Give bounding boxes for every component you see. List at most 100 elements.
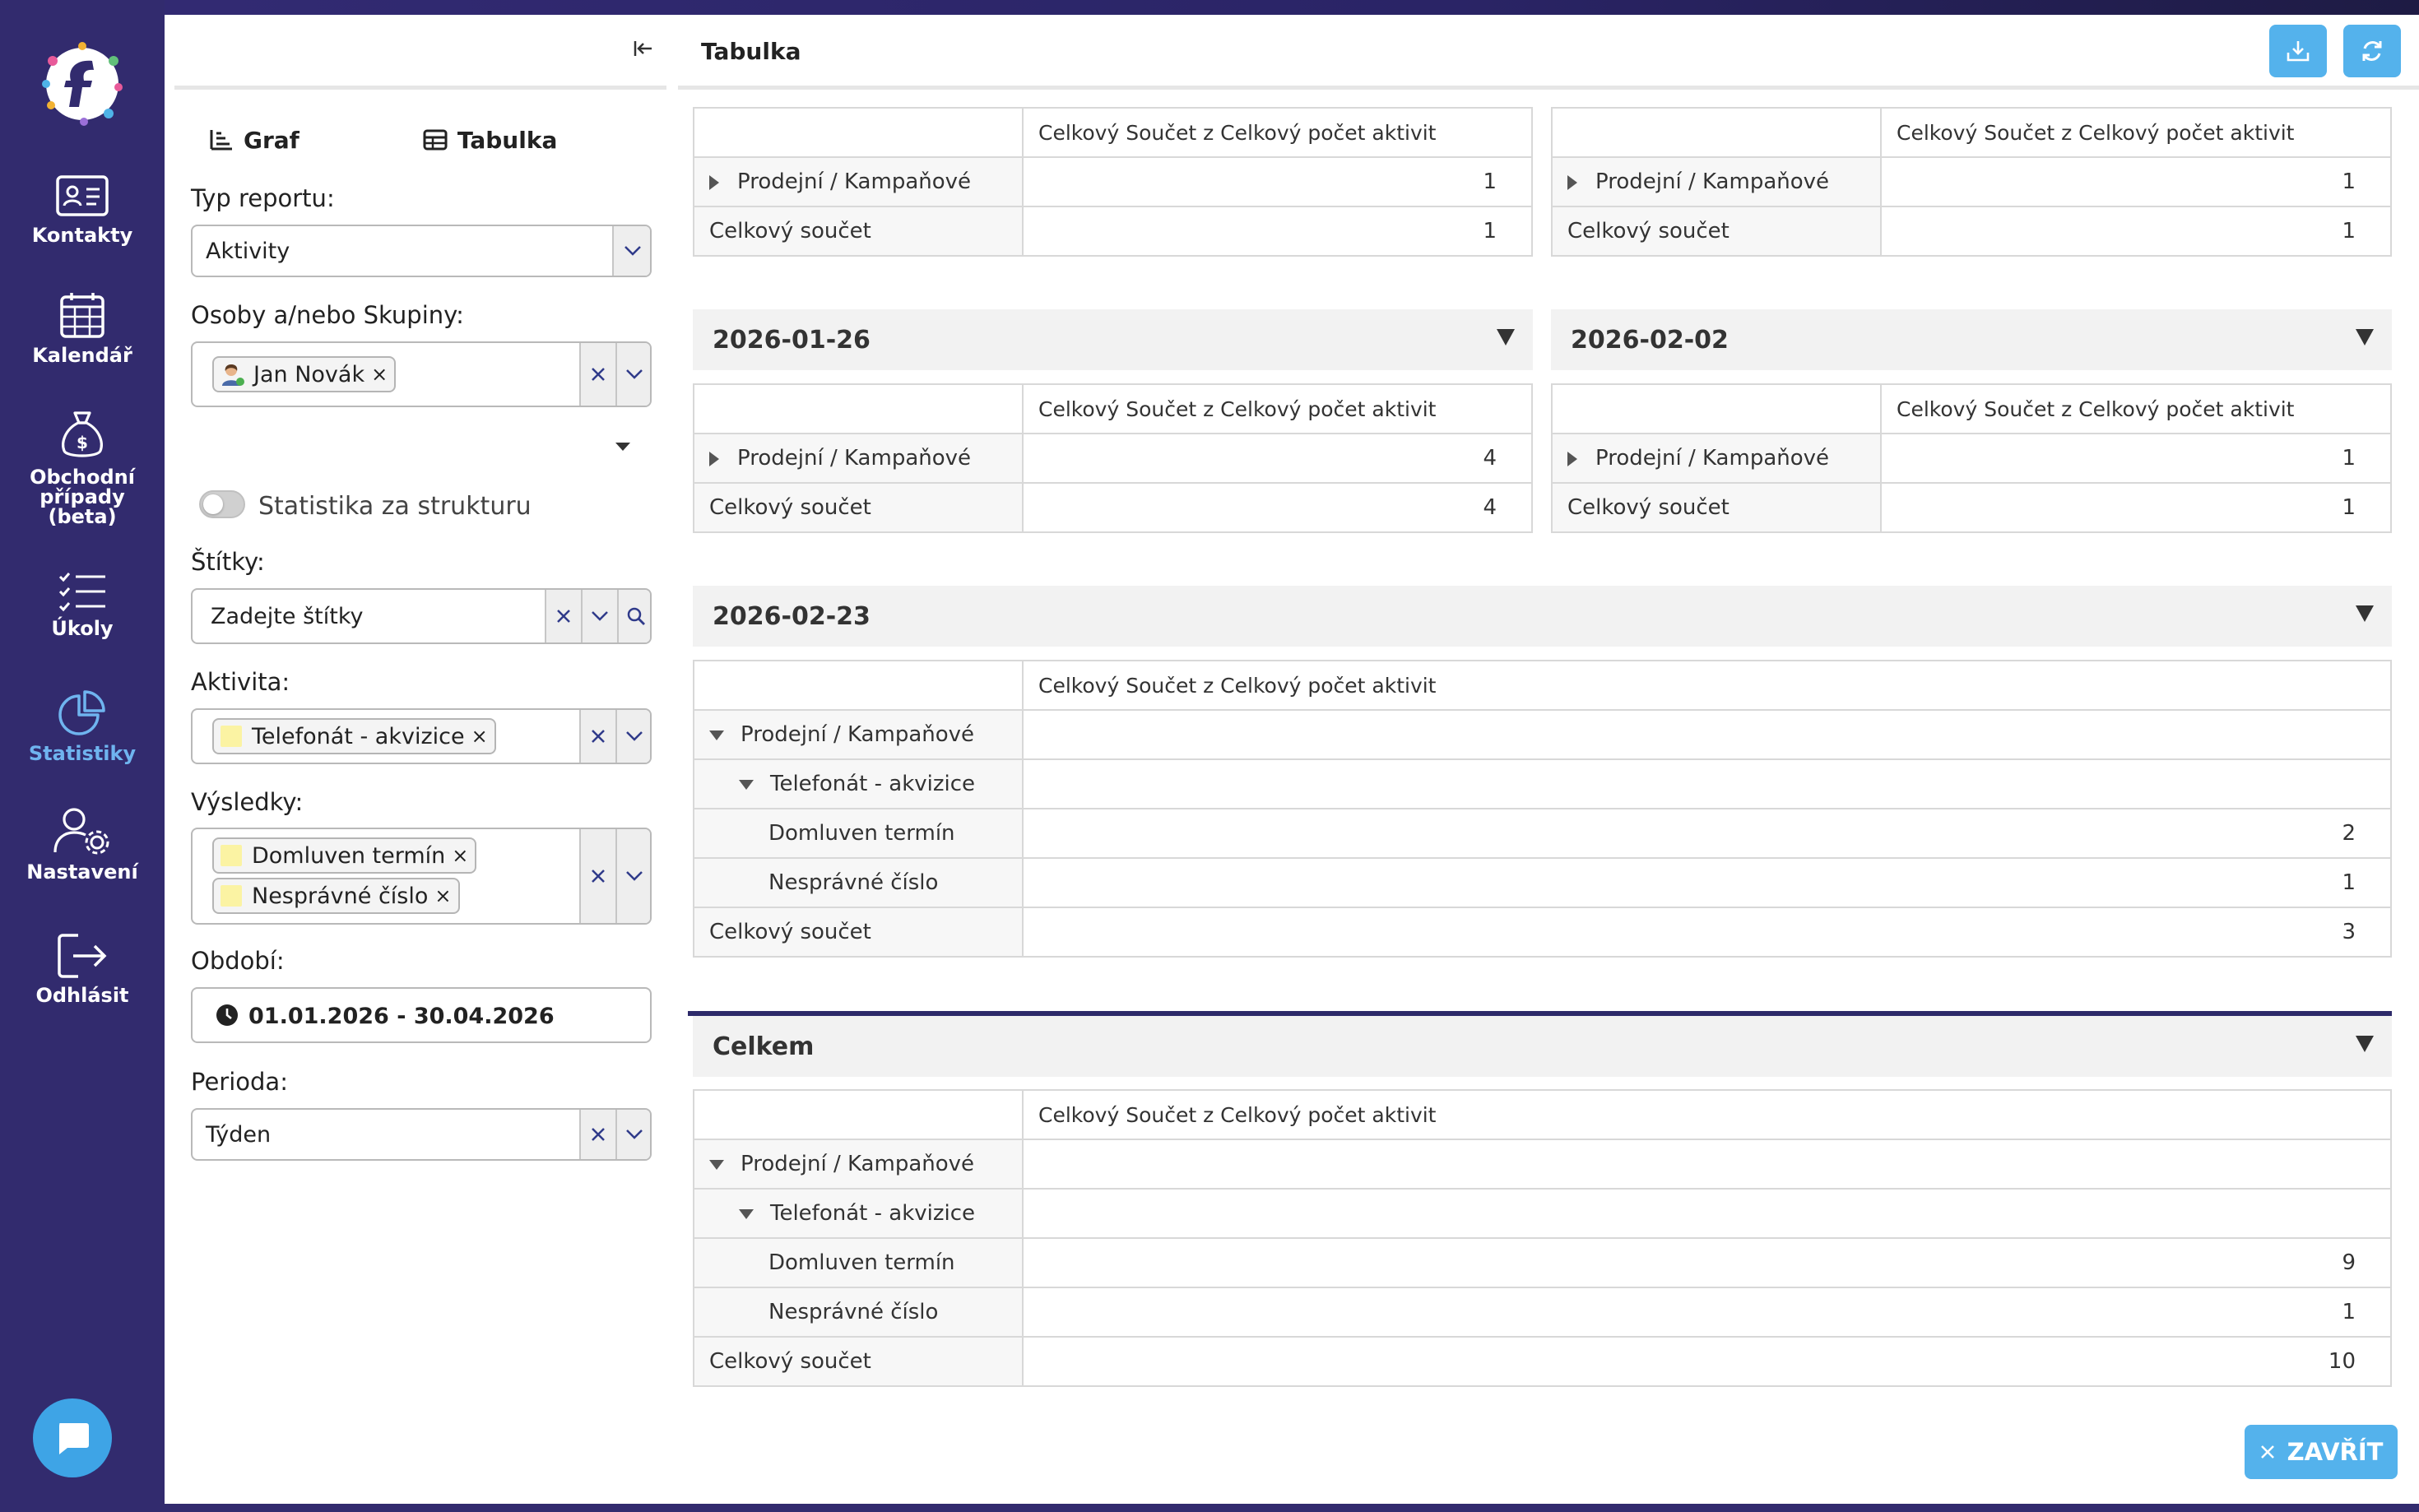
clear-results-button[interactable]: [579, 829, 615, 923]
pivot-table-2026-02-23: Celkový Součet z Celkový počet aktivit P…: [693, 660, 2392, 958]
table-row: Prodejní / Kampaňové 1: [1551, 156, 2392, 207]
row-header[interactable]: Prodejní / Kampaňové: [1551, 433, 1882, 484]
section-header-week[interactable]: 2026-02-02: [1551, 309, 2392, 370]
cell-value: 10: [1022, 1336, 2392, 1387]
row-header: Celkový součet: [1551, 206, 1882, 257]
results-dropdown[interactable]: [615, 829, 650, 923]
mode-table-button[interactable]: Tabulka: [423, 123, 557, 156]
table-row: Celkový součet 3: [693, 907, 2392, 958]
remove-result-button[interactable]: ×: [452, 844, 468, 867]
avatar: [222, 364, 244, 386]
filter-panel: Graf Tabulka Typ reportu: Aktivity Osoby…: [165, 15, 668, 1504]
nav-item-nastaveni[interactable]: Nastavení: [0, 806, 165, 882]
row-header[interactable]: Prodejní / Kampaňové: [693, 433, 1024, 484]
close-button[interactable]: ZAVŘÍT: [2245, 1425, 2398, 1479]
nav-item-ukoly[interactable]: Úkoly: [0, 571, 165, 638]
refresh-button[interactable]: [2343, 25, 2401, 77]
perioda-select[interactable]: Týden: [191, 1108, 652, 1161]
cell-value: 9: [1022, 1237, 2392, 1288]
logout-icon: [58, 934, 107, 978]
table-row: Domluven termín 2: [693, 808, 2392, 859]
expand-row-icon[interactable]: [1567, 174, 1577, 190]
expand-options-icon[interactable]: [615, 443, 630, 451]
expand-row-icon[interactable]: [1567, 451, 1577, 466]
remove-person-button[interactable]: ×: [371, 363, 388, 386]
app-logo[interactable]: [35, 36, 130, 132]
expand-row-icon[interactable]: [709, 174, 719, 190]
period-input[interactable]: 01.01.2026 - 30.04.2026: [191, 987, 652, 1043]
row-header[interactable]: Prodejní / Kampaňové: [693, 156, 1024, 207]
row-header[interactable]: Prodejní / Kampaňové: [693, 709, 1024, 760]
collapse-section-icon[interactable]: [2356, 1036, 2374, 1052]
expand-row-icon[interactable]: [709, 451, 719, 466]
collapse-row-icon[interactable]: [739, 1208, 754, 1219]
row-header[interactable]: Prodejní / Kampaňové: [693, 1139, 1024, 1190]
section-header-week[interactable]: 2026-01-26: [693, 309, 1533, 370]
pie-chart-icon: [58, 690, 105, 735]
row-label: Prodejní / Kampaňové: [741, 722, 975, 747]
perioda-label: Perioda:: [191, 1068, 288, 1096]
table-corner: [1551, 107, 1882, 158]
row-header: Domluven termín: [693, 808, 1024, 859]
chat-button[interactable]: [33, 1398, 112, 1477]
nav-item-obchodni-pripady[interactable]: $ Obchodní případy (beta): [0, 410, 165, 526]
column-header: Celkový Součet z Celkový počet aktivit: [1022, 383, 1533, 434]
nav-item-odhlasit[interactable]: Odhlásit: [0, 933, 165, 1005]
chevron-down-icon: [626, 1129, 643, 1139]
table-row: Prodejní / Kampaňové: [693, 1139, 2392, 1190]
cell-value: 2: [1022, 808, 2392, 859]
structure-toggle[interactable]: [199, 490, 245, 518]
nav-item-kalendar[interactable]: Kalendář: [0, 291, 165, 365]
clear-tags-button[interactable]: [545, 590, 581, 642]
table-corner: [1551, 383, 1882, 434]
close-icon: [592, 870, 605, 883]
nav-label: Nastavení: [26, 860, 138, 884]
refresh-icon: [2362, 41, 2382, 61]
nav-item-kontakty[interactable]: Kontakty: [0, 173, 165, 245]
table-row: Prodejní / Kampaňové 4: [693, 433, 1533, 484]
persons-dropdown[interactable]: [615, 343, 650, 406]
tags-search-button[interactable]: [617, 590, 650, 642]
section-title: Celkem: [713, 1032, 815, 1061]
section-header-summary[interactable]: Celkem: [693, 1016, 2392, 1077]
row-header[interactable]: Telefonát - akvizice: [693, 758, 1024, 809]
remove-activity-button[interactable]: ×: [471, 725, 488, 748]
persons-select[interactable]: Jan Novák ×: [191, 341, 652, 407]
cell-value: 1: [1022, 1287, 2392, 1338]
clear-activity-button[interactable]: [579, 710, 615, 763]
table-row: Celkový součet 4: [693, 482, 1533, 533]
report-type-select[interactable]: Aktivity: [191, 225, 652, 277]
report-type-dropdown[interactable]: [612, 226, 650, 276]
color-swatch: [221, 726, 242, 747]
clear-persons-button[interactable]: [579, 343, 615, 406]
clear-perioda-button[interactable]: [579, 1110, 615, 1159]
persons-label: Osoby a/nebo Skupiny:: [191, 301, 464, 329]
collapse-section-icon[interactable]: [1497, 329, 1515, 346]
perioda-dropdown[interactable]: [615, 1110, 650, 1159]
activity-dropdown[interactable]: [615, 710, 650, 763]
collapse-row-icon[interactable]: [709, 730, 724, 740]
period-value: 01.01.2026 - 30.04.2026: [248, 1004, 555, 1029]
section-header-week[interactable]: 2026-02-23: [693, 586, 2392, 647]
table-row: Celkový Součet z Celkový počet aktivit: [693, 660, 2392, 711]
row-label: Prodejní / Kampaňové: [737, 169, 972, 194]
collapse-section-icon[interactable]: [2356, 605, 2374, 622]
collapse-row-icon[interactable]: [739, 779, 754, 790]
collapse-panel-icon[interactable]: [630, 36, 655, 61]
collapse-section-icon[interactable]: [2356, 329, 2374, 346]
row-header[interactable]: Prodejní / Kampaňové: [1551, 156, 1882, 207]
nav-item-statistiky[interactable]: Statistiky: [0, 689, 165, 763]
results-select[interactable]: Domluven termín × Nesprávné číslo ×: [191, 828, 652, 925]
remove-result-button[interactable]: ×: [434, 884, 451, 907]
export-button[interactable]: [2269, 25, 2327, 77]
activity-select[interactable]: Telefonát - akvizice ×: [191, 708, 652, 764]
chat-bubble-icon: [59, 1423, 89, 1454]
row-header: Celkový součet: [693, 482, 1024, 533]
user-gear-icon: [53, 808, 109, 855]
mode-graph-button[interactable]: Graf: [209, 123, 299, 156]
row-header[interactable]: Telefonát - akvizice: [693, 1188, 1024, 1239]
cell-value: 1: [1022, 206, 1533, 257]
tags-input[interactable]: Zadejte štítky: [211, 604, 363, 629]
collapse-row-icon[interactable]: [709, 1159, 724, 1170]
tags-dropdown[interactable]: [581, 590, 617, 642]
